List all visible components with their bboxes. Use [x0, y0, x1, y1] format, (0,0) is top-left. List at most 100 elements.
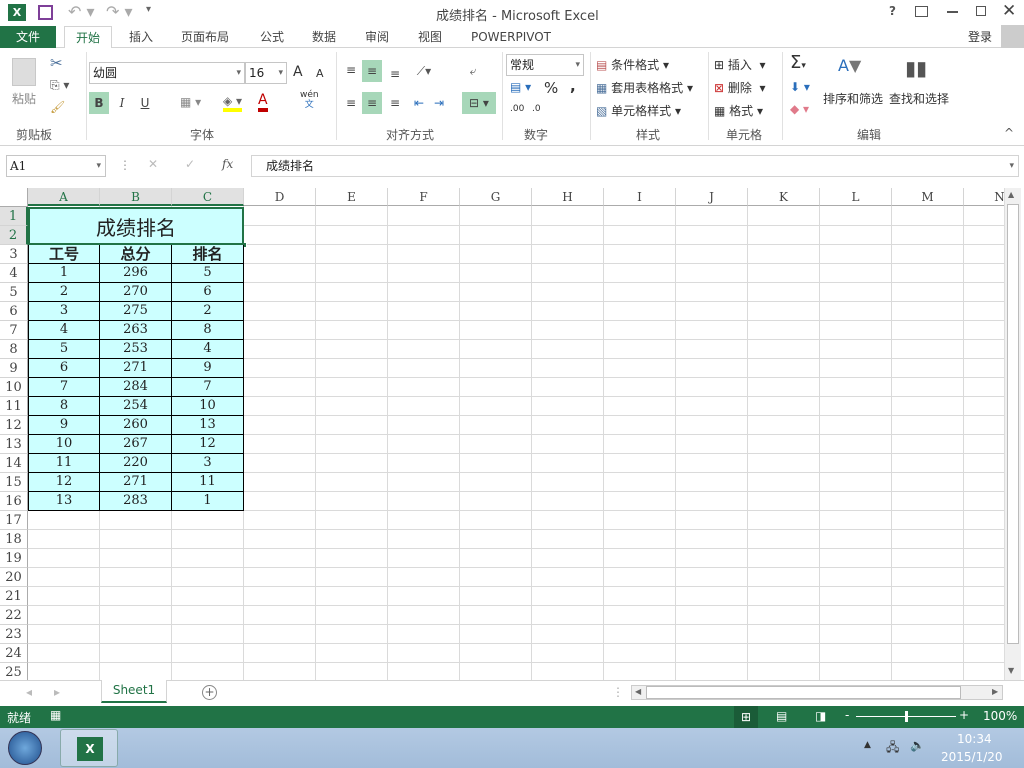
table-cell[interactable]: 296 — [100, 264, 172, 283]
tab-powerpivot[interactable]: POWERPIVOT — [465, 26, 557, 48]
paste-icon[interactable] — [12, 58, 36, 86]
save-icon[interactable] — [38, 5, 53, 20]
delete-cells-button[interactable]: ⊠ 删除 ▾ — [714, 79, 766, 96]
name-box[interactable]: A1 ▾ — [6, 155, 106, 177]
start-button[interactable] — [8, 731, 42, 765]
row-header-21[interactable]: 21 — [0, 587, 28, 606]
row-header-4[interactable]: 4 — [0, 264, 28, 283]
next-sheet-icon[interactable]: ▸ — [54, 685, 60, 699]
bold-button[interactable]: B — [89, 92, 109, 114]
table-cell[interactable]: 271 — [100, 359, 172, 378]
grow-font-button[interactable]: A — [293, 64, 303, 80]
comma-button[interactable]: , — [570, 77, 576, 95]
column-header-G[interactable]: G — [460, 188, 532, 206]
clock-date[interactable]: 2015/1/20 — [941, 750, 1003, 764]
align-bottom-icon[interactable]: ≡ — [386, 64, 404, 84]
table-cell[interactable]: 13 — [28, 492, 100, 511]
tab-view[interactable]: 视图 — [410, 26, 450, 48]
format-as-table-button[interactable]: ▦ 套用表格格式 ▾ — [596, 79, 693, 96]
customize-qat-icon[interactable]: ▾ — [146, 4, 151, 15]
format-cells-button[interactable]: ▦ 格式 ▾ — [714, 102, 763, 119]
table-cell[interactable]: 254 — [100, 397, 172, 416]
zoom-level[interactable]: 100% — [983, 709, 1017, 723]
row-header-20[interactable]: 20 — [0, 568, 28, 587]
formula-input[interactable]: 成绩排名 ▾ — [251, 155, 1019, 177]
table-cell[interactable]: 284 — [100, 378, 172, 397]
increase-decimal-button[interactable]: .00 — [510, 104, 524, 114]
accounting-format-icon[interactable]: ▤ ▾ — [510, 80, 531, 94]
fill-icon[interactable]: ⬇ ▾ — [790, 80, 810, 94]
table-cell[interactable]: 12 — [172, 435, 244, 454]
table-cell[interactable]: 220 — [100, 454, 172, 473]
fill-color-icon[interactable]: ◈ ▾ — [223, 94, 243, 112]
split-handle[interactable]: ⋮ — [612, 685, 624, 699]
table-cell[interactable]: 6 — [172, 283, 244, 302]
increase-indent-icon[interactable]: ⇥ — [430, 92, 448, 114]
cancel-icon[interactable]: ✕ — [148, 157, 158, 171]
decrease-indent-icon[interactable]: ⇤ — [410, 92, 428, 114]
table-cell[interactable]: 3 — [28, 302, 100, 321]
paste-button[interactable]: 粘贴 — [12, 90, 36, 107]
autosum-button[interactable]: Σ▾ — [790, 52, 806, 73]
conditional-formatting-button[interactable]: ▤ 条件格式 ▾ — [596, 56, 669, 73]
column-header-M[interactable]: M — [892, 188, 964, 206]
table-cell[interactable]: 283 — [100, 492, 172, 511]
restore-button[interactable] — [976, 6, 986, 16]
column-header-B[interactable]: B — [100, 188, 172, 206]
align-left-icon[interactable]: ≡ — [342, 92, 360, 114]
insert-function-button[interactable]: fx — [222, 157, 233, 171]
row-header-16[interactable]: 16 — [0, 492, 28, 511]
italic-button[interactable]: I — [113, 92, 131, 114]
table-cell[interactable]: 6 — [28, 359, 100, 378]
table-cell[interactable]: 253 — [100, 340, 172, 359]
table-cell[interactable]: 4 — [28, 321, 100, 340]
scroll-up-icon[interactable]: ▲ — [1008, 190, 1014, 199]
tab-review[interactable]: 审阅 — [357, 26, 397, 48]
table-cell[interactable]: 5 — [28, 340, 100, 359]
table-cell[interactable]: 7 — [172, 378, 244, 397]
row-header-14[interactable]: 14 — [0, 454, 28, 473]
clock-time[interactable]: 10:34 — [957, 732, 992, 746]
page-layout-view-icon[interactable]: ▤ — [776, 709, 787, 723]
table-cell[interactable]: 267 — [100, 435, 172, 454]
row-header-18[interactable]: 18 — [0, 530, 28, 549]
sheet-tab-sheet1[interactable]: Sheet1 — [101, 680, 167, 703]
row-header-24[interactable]: 24 — [0, 644, 28, 663]
h-scroll-thumb[interactable] — [646, 686, 961, 699]
table-cell[interactable]: 4 — [172, 340, 244, 359]
help-button[interactable]: ? — [889, 4, 896, 18]
table-cell[interactable]: 5 — [172, 264, 244, 283]
table-cell[interactable]: 270 — [100, 283, 172, 302]
row-header-11[interactable]: 11 — [0, 397, 28, 416]
table-cell[interactable]: 1 — [172, 492, 244, 511]
page-break-view-icon[interactable]: ◨ — [815, 709, 826, 723]
row-header-6[interactable]: 6 — [0, 302, 28, 321]
tab-insert[interactable]: 插入 — [120, 26, 162, 48]
table-cell[interactable]: 10 — [28, 435, 100, 454]
row-header-5[interactable]: 5 — [0, 283, 28, 302]
borders-icon[interactable]: ▦ ▾ — [180, 95, 201, 109]
column-header-I[interactable]: I — [604, 188, 676, 206]
collapse-ribbon-icon[interactable]: ^ — [1004, 126, 1014, 140]
row-header-2[interactable]: 2 — [0, 226, 28, 245]
worksheet-grid[interactable]: A B C D E F G H I J K L M N 1 2 3 4 5 6 7 8 9 10 11 12 13 14 15 16 17 1… — [0, 188, 1004, 680]
row-header-22[interactable]: 22 — [0, 606, 28, 625]
format-painter-icon[interactable]: 🖌 — [50, 100, 65, 114]
table-cell[interactable]: 9 — [172, 359, 244, 378]
volume-icon[interactable]: 🔈 — [910, 738, 925, 752]
align-top-icon[interactable]: ≡ — [342, 60, 360, 80]
row-header-3[interactable]: 3 — [0, 245, 28, 264]
table-cell[interactable]: 263 — [100, 321, 172, 340]
show-hidden-icons[interactable]: ▲ — [864, 740, 871, 750]
tab-home[interactable]: 开始 — [64, 26, 112, 49]
table-cell[interactable]: 9 — [28, 416, 100, 435]
row-header-13[interactable]: 13 — [0, 435, 28, 454]
tab-formulas[interactable]: 公式 — [252, 26, 292, 48]
table-cell[interactable]: 260 — [100, 416, 172, 435]
copy-icon[interactable]: ⎘ ▾ — [50, 78, 69, 93]
merge-center-button[interactable]: ⊟ ▾ — [462, 92, 496, 114]
table-cell[interactable]: 12 — [28, 473, 100, 492]
shrink-font-button[interactable]: A — [316, 67, 324, 80]
find-select-icon[interactable]: ▮▮ — [905, 56, 927, 80]
select-all-corner[interactable] — [0, 188, 28, 207]
